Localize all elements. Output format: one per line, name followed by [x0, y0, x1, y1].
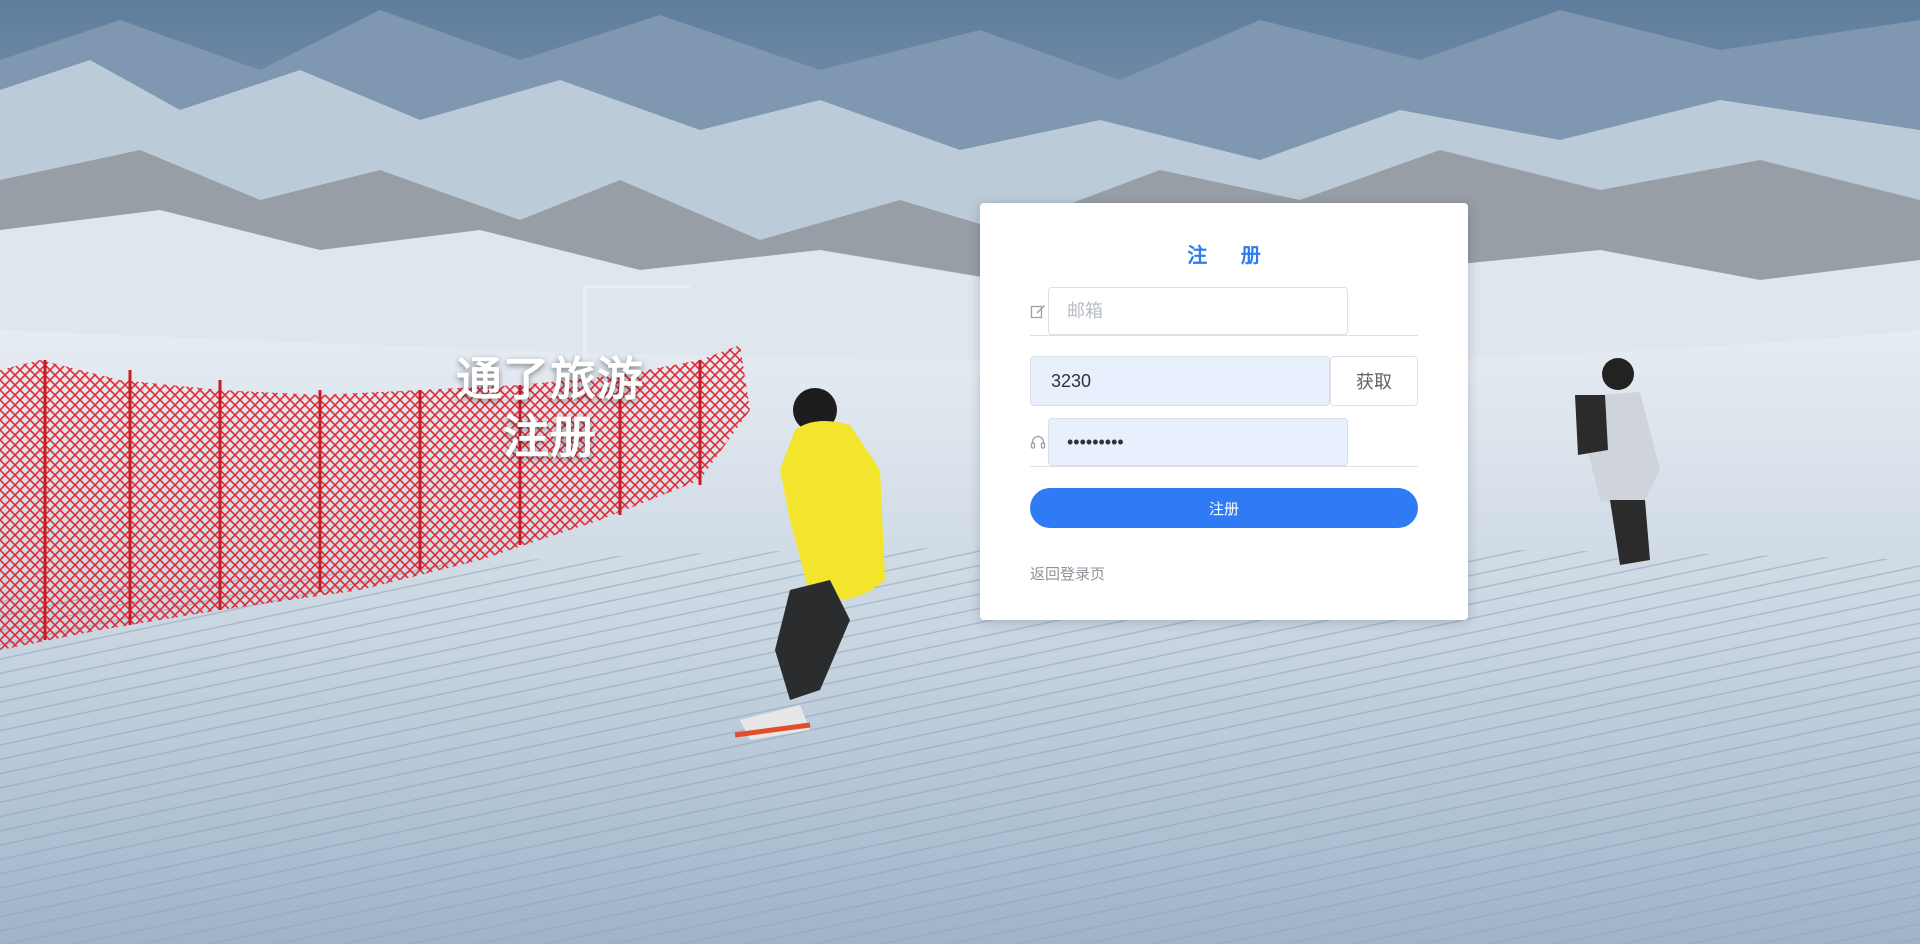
headset-icon — [1030, 434, 1046, 450]
email-input[interactable] — [1048, 287, 1348, 335]
register-card: 注 册 获取 注册 返回登录页 — [980, 203, 1468, 620]
verification-code-row: 获取 — [1030, 356, 1418, 406]
ski-slope-scene — [0, 0, 1920, 944]
password-input[interactable] — [1048, 418, 1348, 466]
get-code-button[interactable]: 获取 — [1330, 356, 1418, 406]
background-photo — [0, 0, 1920, 944]
verification-code-input[interactable] — [1030, 356, 1330, 406]
edit-icon — [1030, 303, 1046, 319]
register-submit-button[interactable]: 注册 — [1030, 488, 1418, 528]
email-row — [1030, 287, 1418, 336]
brand-heading: 通了旅游 注册 — [430, 350, 670, 466]
back-to-login-link[interactable]: 返回登录页 — [1030, 563, 1105, 584]
brand-subtitle: 注册 — [503, 411, 597, 463]
password-row — [1030, 418, 1418, 467]
register-title: 注 册 — [1187, 245, 1275, 267]
brand-title: 通了旅游 — [456, 353, 644, 405]
